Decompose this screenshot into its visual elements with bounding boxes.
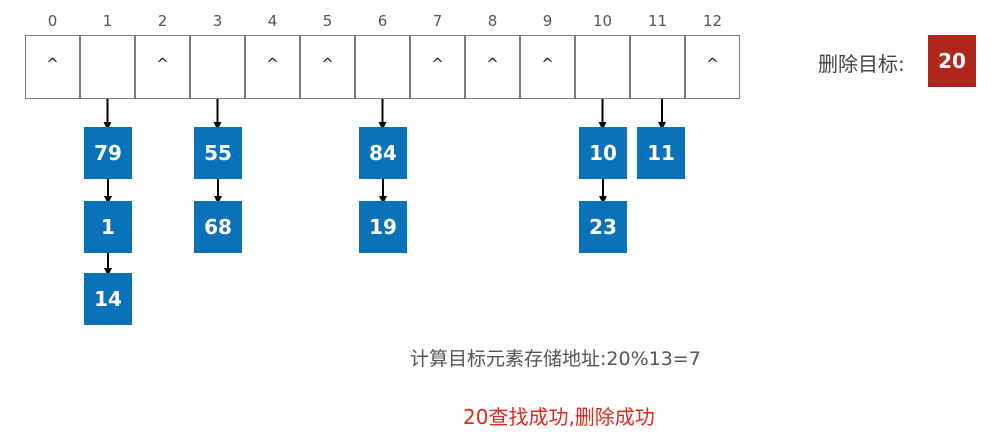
index-label: 4 [267, 12, 278, 30]
empty-slot-marker: ^ [266, 55, 279, 73]
table-cell [355, 35, 410, 99]
empty-slot-marker: ^ [46, 55, 59, 73]
empty-slot-marker: ^ [321, 55, 334, 73]
chain-node: 55 [194, 127, 242, 179]
index-label: 7 [432, 12, 443, 30]
empty-slot-marker: ^ [431, 55, 444, 73]
table-cell [80, 35, 135, 99]
index-label: 12 [702, 12, 723, 30]
index-label: 5 [322, 12, 333, 30]
target-value-badge: 20 [928, 35, 976, 87]
chain-node: 14 [84, 273, 132, 325]
index-label: 10 [592, 12, 613, 30]
target-label: 删除目标: [818, 52, 905, 76]
index-label: 0 [47, 12, 58, 30]
index-label: 6 [377, 12, 388, 30]
chain-node: 79 [84, 127, 132, 179]
chain-node: 23 [579, 201, 627, 253]
index-label: 2 [157, 12, 168, 30]
index-label: 11 [647, 12, 668, 30]
chain-node: 10 [579, 127, 627, 179]
table-cell [575, 35, 630, 99]
empty-slot-marker: ^ [486, 55, 499, 73]
empty-slot-marker: ^ [541, 55, 554, 73]
calculation-text: 计算目标元素存储地址:20%13=7 [410, 348, 701, 370]
index-label: 8 [487, 12, 498, 30]
result-text: 20查找成功,删除成功 [463, 405, 655, 429]
table-cell [630, 35, 685, 99]
index-label: 9 [542, 12, 553, 30]
index-label: 3 [212, 12, 223, 30]
index-label: 1 [102, 12, 113, 30]
table-cell [190, 35, 245, 99]
chain-node: 19 [359, 201, 407, 253]
chain-node: 84 [359, 127, 407, 179]
chain-node: 11 [637, 127, 685, 179]
empty-slot-marker: ^ [156, 55, 169, 73]
chain-node: 1 [84, 201, 132, 253]
chain-node: 68 [194, 201, 242, 253]
empty-slot-marker: ^ [706, 55, 719, 73]
